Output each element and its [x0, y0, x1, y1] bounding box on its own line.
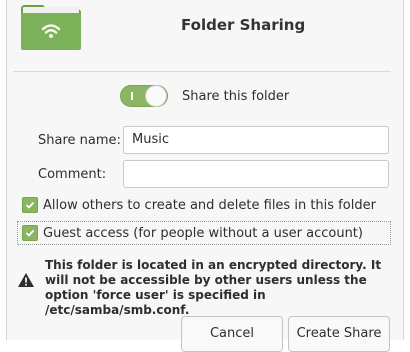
dialog-title: Folder Sharing	[181, 16, 306, 34]
comment-input[interactable]	[123, 160, 389, 188]
header-separator	[13, 71, 391, 72]
checkmark-icon	[25, 229, 35, 237]
allow-others-checkbox[interactable]	[22, 197, 38, 213]
create-share-button[interactable]: Create Share	[288, 316, 390, 352]
toggle-knob	[145, 85, 167, 107]
guest-access-label: Guest access (for people without a user …	[43, 225, 363, 241]
share-name-input[interactable]: Music	[123, 126, 389, 154]
allow-others-option[interactable]: Allow others to create and delete files …	[18, 194, 376, 216]
folder-share-icon	[21, 5, 81, 50]
share-name-label: Share name:	[38, 133, 121, 148]
toggle-on-indicator	[131, 92, 133, 100]
comment-label: Comment:	[38, 167, 107, 182]
share-folder-toggle[interactable]	[120, 85, 168, 107]
cancel-button[interactable]: Cancel	[181, 316, 283, 352]
folder-sharing-dialog: Folder Sharing Share this folder Share n…	[6, 0, 404, 352]
share-folder-label: Share this folder	[182, 89, 290, 104]
guest-access-checkbox[interactable]	[22, 225, 38, 241]
encryption-warning-text: This folder is located in an encrypted d…	[45, 258, 382, 317]
checkmark-icon	[25, 201, 35, 209]
allow-others-label: Allow others to create and delete files …	[43, 197, 376, 213]
guest-access-option[interactable]: Guest access (for people without a user …	[17, 221, 391, 245]
warning-icon	[18, 273, 34, 287]
